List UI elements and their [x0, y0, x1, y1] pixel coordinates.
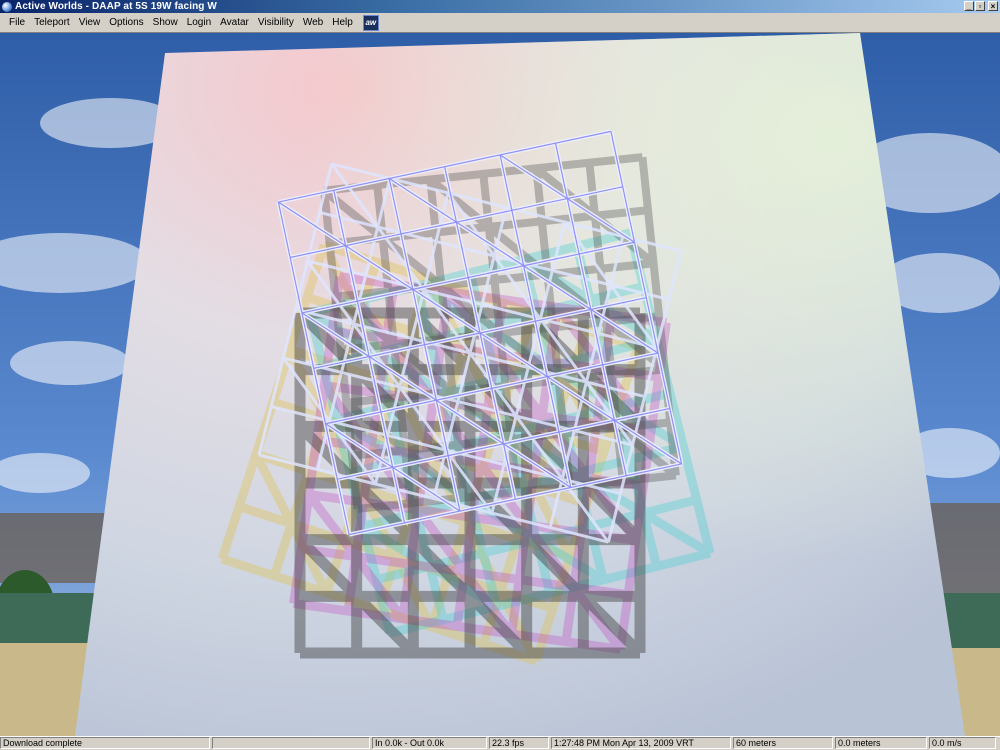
status-altitude: 0.0 meters: [835, 737, 927, 749]
close-button[interactable]: ×: [988, 1, 998, 11]
menu-options[interactable]: Options: [106, 17, 146, 28]
scene-render: [0, 33, 1000, 736]
status-traffic: In 0.0k - Out 0.0k: [372, 737, 487, 749]
status-speed: 0.0 m/s: [929, 737, 996, 749]
menu-show[interactable]: Show: [150, 17, 181, 28]
aw-logo-icon[interactable]: aw: [362, 14, 379, 31]
status-fps: 22.3 fps: [489, 737, 549, 749]
active-worlds-icon: [2, 1, 12, 12]
menu-visibility[interactable]: Visibility: [255, 17, 297, 28]
minimize-button[interactable]: _: [964, 1, 974, 11]
menu-web[interactable]: Web: [300, 17, 326, 28]
menu-view[interactable]: View: [76, 17, 104, 28]
status-visibility: 60 meters: [733, 737, 833, 749]
menu-teleport[interactable]: Teleport: [31, 17, 73, 28]
window-title: Active Worlds - DAAP at 5S 19W facing W: [15, 1, 217, 12]
menu-help[interactable]: Help: [329, 17, 356, 28]
window-controls: _ ▫ ×: [964, 1, 998, 11]
menu-file[interactable]: File: [6, 17, 28, 28]
menu-bar: File Teleport View Options Show Login Av…: [0, 13, 1000, 33]
maximize-button[interactable]: ▫: [975, 1, 985, 11]
status-bar: Download complete In 0.0k - Out 0.0k 22.…: [0, 736, 1000, 750]
status-datetime: 1:27:48 PM Mon Apr 13, 2009 VRT: [551, 737, 731, 749]
status-message: Download complete: [0, 737, 210, 749]
title-bar[interactable]: Active Worlds - DAAP at 5S 19W facing W …: [0, 0, 1000, 13]
menu-avatar[interactable]: Avatar: [217, 17, 252, 28]
3d-viewport[interactable]: [0, 33, 1000, 736]
menu-login[interactable]: Login: [184, 17, 214, 28]
